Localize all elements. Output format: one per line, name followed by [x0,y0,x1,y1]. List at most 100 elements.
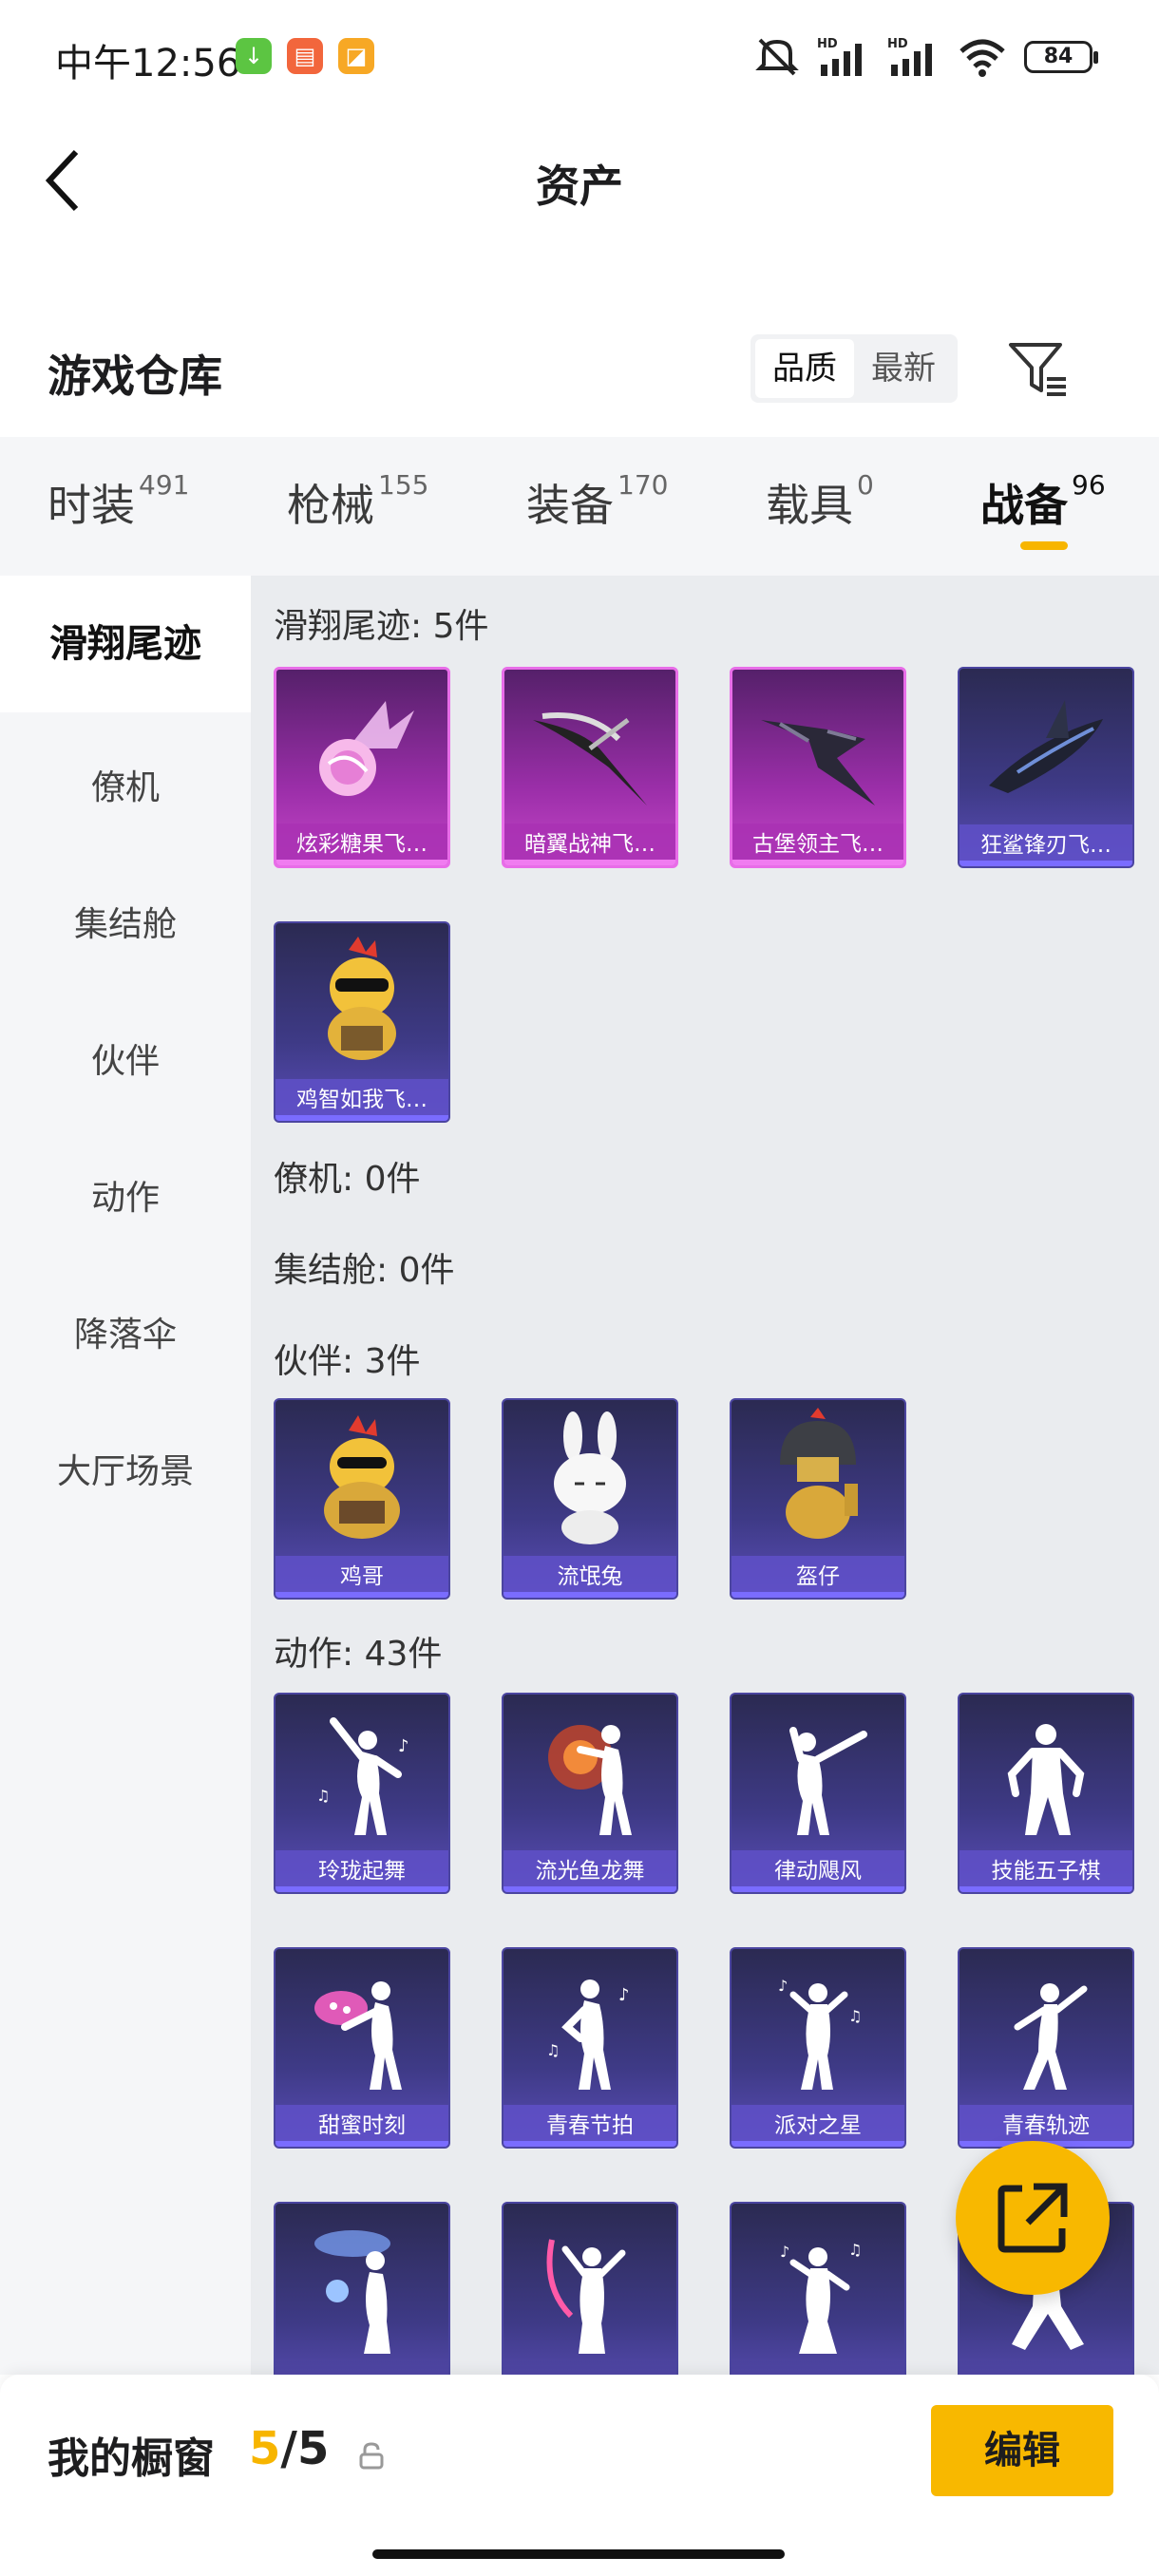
castle-lord-glider-icon [732,670,903,826]
sidebar: 滑翔尾迹 僚机 集结舱 伙伴 动作 降落伞 大厅场景 [0,576,251,2375]
chicken-partner-icon [276,1400,448,1557]
warehouse-title: 游戏仓库 [48,350,222,402]
section-title-wingman: 僚机: 0件 [274,1160,421,1199]
item-card[interactable]: 青春轨迹 [958,1947,1134,2149]
item-label: 技能五子棋 [960,1850,1132,1892]
item-label: 甜蜜时刻 [276,2105,448,2147]
svg-text:♪: ♪ [778,1977,788,1995]
party-star-icon: ♪ ♫ [732,1949,904,2106]
item-card[interactable]: 流光鱼龙舞 [502,1693,678,1894]
section-title-pod: 集结舱: 0件 [274,1251,455,1290]
shark-blade-glider-icon [960,669,1132,825]
youth-beat-icon: ♪ ♫ [504,1949,676,2106]
sidebar-item-lobby-scene[interactable]: 大厅场景 [0,1444,251,1493]
rhythm-storm-icon [732,1695,904,1851]
svg-text:♪: ♪ [618,1985,630,2005]
lock-icon [357,2441,386,2470]
home-indicator[interactable] [372,2549,785,2559]
section-title-action: 动作: 43件 [274,1635,443,1674]
tab-fashion-label: 时装 [48,480,135,531]
youth-trail-icon [960,1949,1132,2106]
bottom-bar: 我的橱窗 5/5 编辑 [0,2375,1159,2576]
tab-vehicles-label: 载具 [766,480,853,531]
tab-guns-count: 155 [378,469,429,501]
share-external-icon [998,2183,1068,2253]
showcase-count: 5/5 [249,2422,329,2475]
item-label: 鸡哥 [276,1556,448,1598]
tab-equipment[interactable]: 装备 170 [526,469,669,534]
helmet-chick-partner-icon [732,1400,904,1557]
rabbit-partner-icon [504,1400,676,1557]
mute-icon [755,38,799,76]
showcase-count-current: 5 [249,2422,281,2475]
share-fab-button[interactable] [956,2141,1110,2295]
battery-indicator: 84 [1024,41,1098,73]
sweet-moment-icon [276,1949,448,2106]
sidebar-item-parachute[interactable]: 降落伞 [0,1307,251,1356]
item-card[interactable]: 流氓兔 [502,1398,678,1600]
candy-glider-icon [276,670,447,826]
item-label: 暗翼战神飞… [504,824,675,865]
sidebar-item-glide-trail[interactable]: 滑翔尾迹 [0,576,251,712]
item-card[interactable]: 律动飓风 [730,1693,906,1894]
item-card[interactable]: ♪ ♫ 派对之星 [730,1947,906,2149]
tab-equipment-label: 装备 [526,480,614,531]
item-card[interactable]: 技能五子棋 [958,1693,1134,1894]
item-card[interactable]: ♪ ♫ [730,2202,906,2375]
item-label: 炫彩糖果飞… [276,824,447,865]
item-list: 滑翔尾迹: 5件 炫彩糖果飞… 暗翼战神飞… 古堡领主飞… 狂鲨锋刃飞… 鸡智如… [251,576,1159,2375]
tab-battle-gear-count: 96 [1072,469,1106,501]
item-card[interactable] [274,2202,450,2375]
status-indicators: HD HD 84 [754,34,1098,80]
item-label: 流光鱼龙舞 [504,1850,676,1892]
tab-guns[interactable]: 枪械 155 [287,469,429,534]
item-card[interactable]: 鸡智如我飞… [274,921,450,1123]
item-label: 狂鲨锋刃飞… [960,824,1132,866]
item-card[interactable]: 甜蜜时刻 [274,1947,450,2149]
filter-button[interactable] [1007,337,1070,400]
edit-button[interactable]: 编辑 [931,2405,1113,2496]
item-card[interactable]: 盔仔 [730,1398,906,1600]
svg-text:♫: ♫ [546,2041,560,2059]
sidebar-item-wingman[interactable]: 僚机 [0,760,251,809]
item-card[interactable]: 鸡哥 [274,1398,450,1600]
tab-guns-label: 枪械 [287,480,374,531]
chicken-glider-icon [276,923,448,1080]
tab-vehicles-count: 0 [857,469,874,501]
item-label: 派对之星 [732,2105,904,2147]
signal-icon: HD [817,37,862,76]
item-card[interactable]: 炫彩糖果飞… [274,667,450,868]
sidebar-item-partner[interactable]: 伙伴 [0,1033,251,1083]
tab-battle-gear[interactable]: 战备 96 [980,469,1106,534]
item-label: 盔仔 [732,1556,904,1598]
sidebar-item-pod[interactable]: 集结舱 [0,897,251,946]
item-card[interactable]: ♪ ♫ 玲珑起舞 [274,1693,450,1894]
dark-wing-glider-icon [504,670,675,826]
page-title: 资产 [536,161,623,212]
orange-app-icon: ◪ [338,38,374,74]
signal-icon-2: HD [887,37,932,76]
showcase-count-total: /5 [280,2422,330,2475]
item-card[interactable]: 暗翼战神飞… [502,667,678,868]
filter-icon [1009,343,1066,396]
dance-figure-icon: ♪ ♫ [276,1695,448,1851]
item-card[interactable]: 狂鲨锋刃飞… [958,667,1134,868]
svg-text:♪: ♪ [398,1736,409,1756]
svg-text:♫: ♫ [848,2241,862,2259]
tab-vehicles[interactable]: 载具 0 [766,469,874,534]
item-label: 玲珑起舞 [276,1850,448,1892]
item-label: 鸡智如我飞… [276,1079,448,1121]
section-title-glide: 滑翔尾迹: 5件 [274,607,489,646]
sidebar-item-action[interactable]: 动作 [0,1170,251,1220]
sort-newest-button[interactable]: 最新 [854,339,953,398]
section-title-partner: 伙伴: 3件 [274,1342,421,1381]
music-dance-icon: ♪ ♫ [732,2204,904,2360]
item-card[interactable] [502,2202,678,2375]
sort-quality-button[interactable]: 品质 [755,339,854,398]
tab-battle-gear-label: 战备 [980,480,1068,531]
status-bar: 中午12:56 ↓ ▤ ◪ HD HD 84 [0,0,1159,114]
tab-equipment-count: 170 [618,469,669,501]
item-card[interactable]: 古堡领主飞… [730,667,906,868]
tab-fashion[interactable]: 时装 491 [48,469,189,534]
item-card[interactable]: ♪ ♫ 青春节拍 [502,1947,678,2149]
